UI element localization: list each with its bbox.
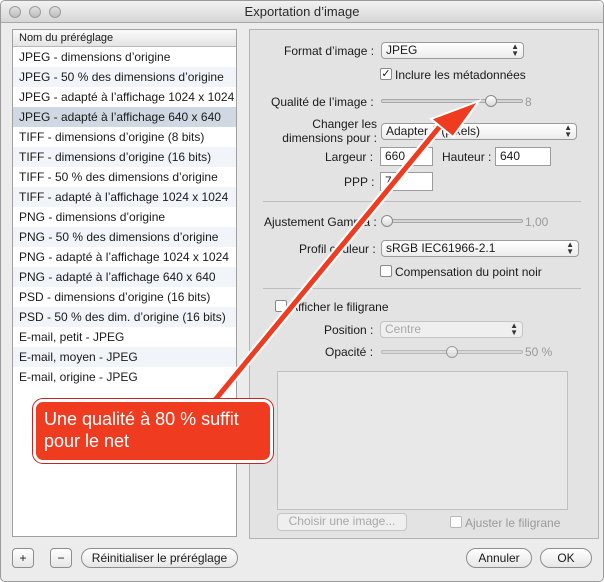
preset-list-item[interactable]: E-mail, moyen - JPEG [13, 347, 236, 367]
add-preset-button[interactable]: + [12, 548, 34, 568]
preset-list-item[interactable]: E-mail, petit - JPEG [13, 327, 236, 347]
adjust-watermark-checkbox[interactable] [450, 516, 462, 528]
resize-label-line2: dimensions pour : [282, 131, 377, 145]
profile-popup[interactable]: sRGB IEC61966-2.1 ▲ ▼ [381, 240, 579, 257]
gamma-slider-track[interactable] [381, 219, 523, 223]
title-bar[interactable]: Exportation d’image [1, 1, 603, 23]
include-metadata-checkbox[interactable]: ✓ [380, 68, 392, 80]
ok-button[interactable]: OK [540, 548, 592, 568]
height-label: Hauteur : [442, 150, 492, 164]
zoom-window-icon[interactable] [49, 6, 61, 18]
profile-value: sRGB IEC61966-2.1 [386, 241, 496, 255]
watermark-checkbox[interactable] [275, 300, 287, 312]
position-label: Position : [324, 323, 374, 337]
preset-items: JPEG - dimensions d’origine JPEG - 50 % d… [13, 47, 236, 387]
ppp-label: PPP : [344, 175, 375, 189]
cancel-button[interactable]: Annuler [466, 548, 532, 568]
quality-slider-track[interactable] [381, 99, 523, 103]
format-value: JPEG [386, 43, 418, 57]
resize-label-line1: Changer les [312, 117, 377, 131]
remove-preset-button[interactable]: − [50, 548, 72, 568]
preset-list-item[interactable]: PNG - adapté à l’affichage 1024 x 1024 [13, 247, 236, 267]
preset-list-item[interactable]: JPEG - dimensions d’origine [13, 47, 236, 67]
quality-label: Qualité de l’image : [271, 95, 374, 109]
preset-list-item[interactable]: E-mail, origine - JPEG [13, 367, 236, 387]
width-label: Largeur : [325, 150, 374, 164]
opacity-slider-thumb[interactable] [446, 346, 458, 358]
position-value: Centre [385, 322, 422, 336]
preset-list-item[interactable]: JPEG - 50 % des dimensions d’origine [13, 67, 236, 87]
minimize-window-icon[interactable] [29, 6, 41, 18]
gamma-value: 1,00 [525, 215, 549, 229]
annotation-callout: Une qualité à 80 % suffit pour le net [33, 399, 273, 463]
watermark-preview [277, 371, 568, 510]
profile-label: Profil couleur : [299, 242, 376, 256]
preset-list-item[interactable]: TIFF - dimensions d’origine (16 bits) [13, 147, 236, 167]
ppp-field[interactable]: 72 [380, 172, 433, 191]
resize-popup[interactable]: Adapter à (pixels) ▲ ▼ [381, 123, 577, 140]
resize-value: Adapter à (pixels) [386, 124, 481, 138]
window-title: Exportation d’image [244, 4, 360, 19]
separator [263, 288, 581, 289]
format-label: Format d’image : [284, 44, 375, 58]
height-field[interactable]: 640 [495, 147, 551, 166]
choose-image-button[interactable]: Choisir une image... [277, 513, 407, 531]
opacity-value: 50 % [525, 345, 553, 359]
close-window-icon[interactable] [9, 6, 21, 18]
quality-value: 8 [525, 95, 532, 109]
adjust-watermark-label: Ajuster le filigrane [465, 516, 561, 530]
reset-preset-button[interactable]: Réinitialiser le préréglage [81, 548, 238, 568]
popup-arrows-icon: ▲ ▼ [510, 321, 518, 337]
opacity-label: Opacité : [325, 345, 374, 359]
black-point-checkbox[interactable] [380, 265, 392, 277]
preset-list-item[interactable]: PNG - 50 % des dimensions d’origine [13, 227, 236, 247]
preset-list-item[interactable]: PSD - 50 % des dim. d’origine (16 bits) [13, 307, 236, 327]
gamma-label: Ajustement Gamma : [264, 215, 377, 229]
preset-list-item[interactable]: TIFF - dimensions d’origine (8 bits) [13, 127, 236, 147]
popup-arrows-icon: ▲ ▼ [564, 123, 572, 139]
position-popup[interactable]: Centre ▲ ▼ [380, 321, 523, 338]
export-dialog: Exportation d’image Nom du préréglage JP… [0, 0, 604, 582]
preset-list-item[interactable]: JPEG - adapté à l’affichage 1024 x 1024 [13, 87, 236, 107]
popup-arrows-icon: ▲ ▼ [566, 240, 574, 256]
preset-list-item[interactable]: TIFF - 50 % des dimensions d’origine [13, 167, 236, 187]
preset-list-item[interactable]: TIFF - adapté à l’affichage 1024 x 1024 [13, 187, 236, 207]
black-point-label: Compensation du point noir [395, 265, 542, 279]
preset-list-header[interactable]: Nom du préréglage [13, 30, 236, 47]
preset-list-item[interactable]: PNG - dimensions d’origine [13, 207, 236, 227]
include-metadata-label: Inclure les métadonnées [395, 68, 526, 82]
popup-arrows-icon: ▲ ▼ [511, 42, 519, 58]
annotation-line1: Une qualité à 80 % suffit [44, 409, 239, 429]
width-field[interactable]: 660 [380, 147, 433, 166]
gamma-slider-thumb[interactable] [381, 215, 393, 227]
preset-list-item[interactable]: PSD - dimensions d’origine (16 bits) [13, 287, 236, 307]
preset-list-item[interactable]: JPEG - adapté à l’affichage 640 x 640 [13, 107, 236, 127]
preset-list-item[interactable]: PNG - adapté à l’affichage 640 x 640 [13, 267, 236, 287]
annotation-line2: pour le net [44, 431, 130, 451]
quality-slider-thumb[interactable] [485, 95, 497, 107]
format-popup[interactable]: JPEG ▲ ▼ [381, 42, 524, 59]
watermark-label: Afficher le filigrane [290, 300, 389, 314]
separator [263, 201, 581, 202]
